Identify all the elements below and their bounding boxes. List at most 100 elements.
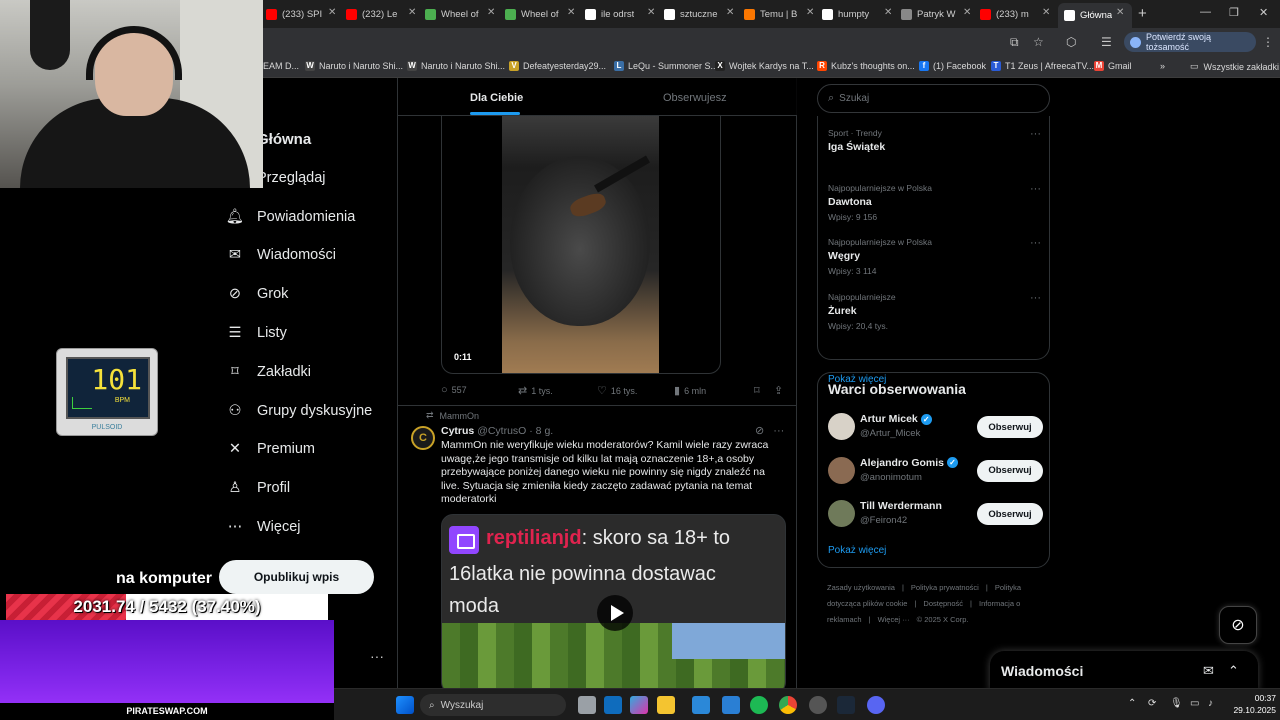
account-menu-icon[interactable]: ···	[370, 648, 384, 664]
copilot-icon[interactable]	[630, 696, 648, 714]
tweet-media-video[interactable]: reptilianjd: skoro sa 18+ to 16latka nie…	[441, 514, 786, 688]
nav-item-people[interactable]: ⚇ Grupy dyskusyjne	[226, 398, 373, 424]
account-name[interactable]: Till Werdermann	[860, 500, 942, 512]
file-explorer-icon[interactable]	[657, 696, 675, 714]
more-icon[interactable]: ···	[1030, 292, 1041, 304]
verify-identity-button[interactable]: Potwierdź swoją tożsamość	[1124, 32, 1256, 52]
reply-button[interactable]: ○ 557	[441, 384, 467, 396]
nav-item-bell[interactable]: 🔔︎ Powiadomienia	[226, 204, 356, 230]
suggested-account[interactable]: Alejandro Gomis ✓ @anonimotum Obserwuj	[828, 455, 1043, 487]
nav-item-mail[interactable]: ✉ Wiadomości	[226, 242, 336, 268]
footer-link[interactable]: © 2025 X Corp.	[917, 615, 969, 624]
nav-item-person[interactable]: ♙ Profil	[226, 475, 291, 501]
tab-for-you[interactable]: Dla Ciebie	[470, 92, 523, 104]
close-tab-icon[interactable]: ✕	[487, 7, 495, 18]
nav-item-bookmark[interactable]: ⌑ Zakładki	[226, 359, 311, 385]
tweet[interactable]: ⇄ MammOn C Cytrus @CytrusO · 8 g. ⊘ ··· …	[398, 405, 797, 688]
footer-link[interactable]: Więcej ···	[878, 615, 910, 624]
new-tab-button[interactable]: +	[1138, 5, 1147, 22]
cast-icon[interactable]: ⧉	[1010, 35, 1019, 50]
browser-tab[interactable]: Patryk W	[901, 4, 959, 24]
author-handle[interactable]: @CytrusO · 8 g.	[477, 425, 553, 437]
bookmark-item[interactable]: X Wojtek Kardys na T...	[715, 61, 814, 71]
browser-tab[interactable]: humpty	[822, 4, 880, 24]
bookmark-button[interactable]: ⌑	[754, 384, 764, 397]
spotify-icon[interactable]	[750, 696, 768, 714]
browser-tab[interactable]: (233) SPI	[266, 4, 324, 24]
post-button[interactable]: Opublikuj wpis	[219, 560, 374, 594]
app-icon[interactable]	[722, 696, 740, 714]
trend-item[interactable]: Najpopularniejsze Żurek Wpisy: 20,4 tys. ··…	[828, 292, 1043, 331]
share-button[interactable]: ⇪	[774, 384, 787, 397]
sync-icon[interactable]: ⟳	[1148, 698, 1156, 709]
bookmark-item[interactable]: W Naruto i Naruto Shi...	[407, 61, 505, 71]
network-icon[interactable]: ▭	[1190, 698, 1199, 709]
tweet-video[interactable]: 0:11	[441, 116, 721, 374]
star-icon[interactable]: ☆	[1033, 35, 1044, 49]
follow-button[interactable]: Obserwuj	[977, 416, 1043, 438]
search-input[interactable]: ⌕ Szukaj	[817, 84, 1050, 113]
grok-icon[interactable]: ⊘	[755, 425, 764, 437]
footer-link[interactable]: Polityka prywatności	[911, 583, 979, 592]
close-tab-icon[interactable]: ✕	[567, 7, 575, 18]
discord-icon[interactable]	[867, 696, 885, 714]
bookmark-item[interactable]: R Kubz's thoughts on...	[817, 61, 915, 71]
reading-list-icon[interactable]: ☰	[1101, 35, 1112, 49]
bookmark-item[interactable]: W Naruto i Naruto Shi...	[305, 61, 403, 71]
task-view-icon[interactable]	[578, 696, 596, 714]
browser-tab[interactable]: Wheel of	[505, 4, 563, 24]
start-icon[interactable]	[396, 696, 414, 714]
close-tab-icon[interactable]: ✕	[884, 7, 892, 18]
nav-item-more[interactable]: ⋯ Więcej	[226, 514, 301, 540]
bookmark-item[interactable]: f (1) Facebook	[919, 61, 986, 71]
close-tab-icon[interactable]: ✕	[408, 7, 416, 18]
close-tab-icon[interactable]: ✕	[1042, 7, 1050, 18]
volume-icon[interactable]: ♪	[1208, 698, 1213, 709]
more-icon[interactable]: ···	[773, 425, 784, 437]
bookmark-item[interactable]: L LeQu - Summoner S...	[614, 61, 718, 71]
footer-link[interactable]: Zasady użytkowania	[827, 583, 895, 592]
close-window-button[interactable]: ✕	[1259, 6, 1268, 19]
close-tab-icon[interactable]: ✕	[726, 7, 734, 18]
messages-drawer[interactable]: Wiadomości ✉ ⌃	[990, 651, 1258, 688]
all-bookmarks-button[interactable]: ▭ Wszystkie zakładki	[1190, 61, 1279, 72]
bookmark-item[interactable]: EAM D...	[263, 61, 299, 71]
app-icon[interactable]	[809, 696, 827, 714]
more-icon[interactable]: ···	[1030, 183, 1041, 195]
views-button[interactable]: ▮ 6 mln	[674, 384, 706, 397]
store-icon[interactable]	[692, 696, 710, 714]
chrome-icon[interactable]	[779, 696, 797, 714]
follow-button[interactable]: Obserwuj	[977, 503, 1043, 525]
trend-item[interactable]: Sport · Trendy Iga Świątek ···	[828, 128, 1043, 157]
taskbar-clock[interactable]: 00:37 29.10.2025	[1228, 692, 1276, 716]
close-tab-icon[interactable]: ✕	[963, 7, 971, 18]
trend-item[interactable]: Najpopularniejsze w Polska Dawtona Wpisy: …	[828, 183, 1043, 222]
microphone-icon[interactable]: 🎙	[1170, 698, 1183, 709]
bookmark-item[interactable]: M Gmail	[1094, 61, 1132, 71]
repost-button[interactable]: ⇄ 1 tys.	[518, 384, 553, 397]
maximize-button[interactable]: ❐	[1229, 6, 1239, 19]
chevron-up-icon[interactable]: ⌃	[1228, 663, 1239, 679]
browser-tab[interactable]: (233) m	[980, 4, 1038, 24]
chevron-up-icon[interactable]: ⌃	[1128, 698, 1136, 709]
browser-tab[interactable]: ile odrst	[585, 4, 643, 24]
browser-tab[interactable]: (232) Le	[346, 4, 404, 24]
nav-item-list[interactable]: ☰ Listy	[226, 320, 287, 346]
avatar[interactable]	[828, 500, 855, 527]
play-icon[interactable]	[597, 595, 633, 631]
follow-button[interactable]: Obserwuj	[977, 459, 1043, 482]
browser-tab[interactable]: sztuczne	[664, 4, 722, 24]
who-show-more-link[interactable]: Pokaż więcej	[828, 545, 886, 556]
bookmark-item[interactable]: V Defeatyesterday29...	[509, 61, 606, 71]
tab-following[interactable]: Obserwujesz	[663, 92, 727, 104]
close-tab-icon[interactable]: ✕	[647, 7, 655, 18]
grok-button[interactable]: ⊘	[1219, 606, 1257, 644]
outlook-icon[interactable]	[604, 696, 622, 714]
avatar[interactable]: C	[411, 426, 435, 450]
browser-tab[interactable]: Temu | B	[744, 4, 802, 24]
taskbar-search[interactable]: ⌕ Wyszukaj	[420, 694, 566, 716]
new-message-icon[interactable]: ✉	[1203, 663, 1214, 679]
steam-icon[interactable]	[837, 696, 855, 714]
nav-item-x-logo[interactable]: ✕ Premium	[226, 436, 315, 462]
menu-icon[interactable]: ⋮	[1262, 35, 1274, 49]
